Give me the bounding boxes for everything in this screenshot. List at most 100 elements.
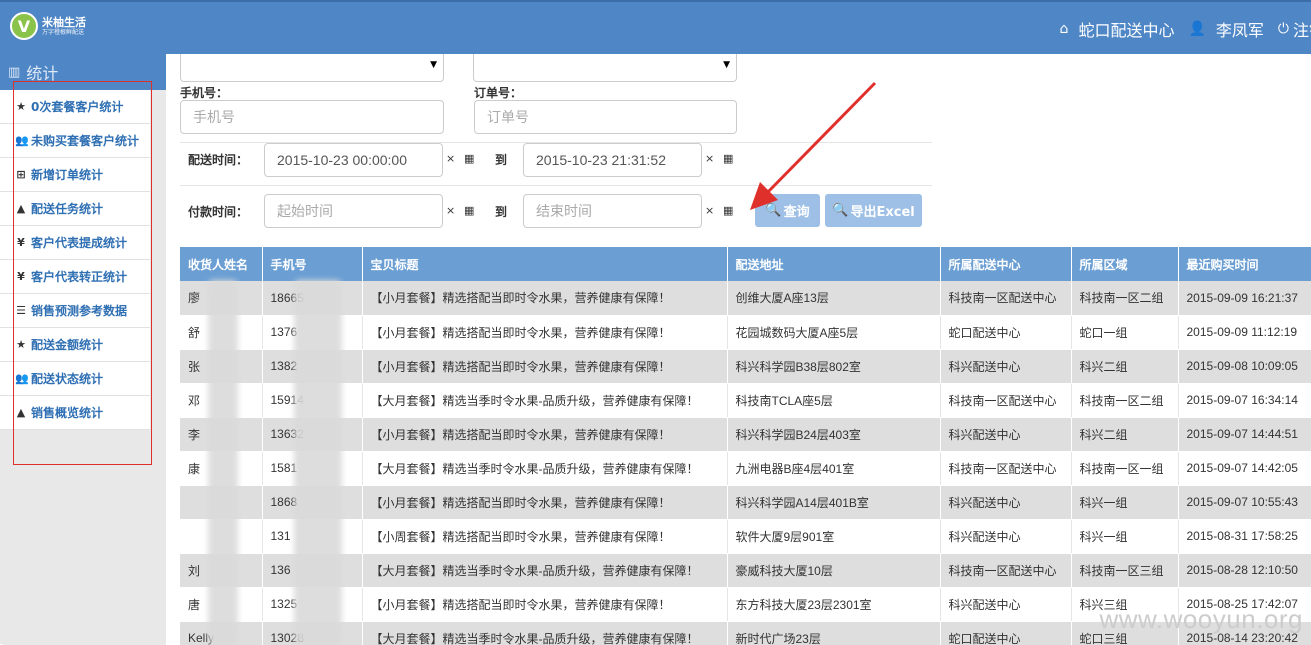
export-excel-button[interactable]: 🔍 导出Excel: [825, 194, 922, 227]
nav-user[interactable]: 👤 李凤军: [1188, 17, 1263, 41]
table-cell: 科兴二组: [1071, 349, 1179, 384]
brand-logo[interactable]: V 米柚生活 万字橙根鲜配送: [10, 12, 86, 40]
calendar-icon[interactable]: ▦: [464, 204, 474, 217]
table-row[interactable]: 张 1382 【小月套餐】精选搭配当即时令水果，营养健康有保障！ 科兴科学园B38层8…: [180, 349, 1311, 384]
sidebar-item-label: 配送状态统计: [31, 372, 104, 386]
pay-start-input[interactable]: 起始时间: [264, 194, 443, 228]
table-cell: 【小月套餐】精选搭配当即时令水果，营养健康有保障！: [362, 349, 728, 384]
sidebar-heading[interactable]: ▥ 统计: [0, 54, 166, 90]
area-chart-icon: ▲: [16, 202, 26, 215]
column-header[interactable]: 最近购买时间: [1178, 247, 1311, 281]
table-cell: 科技南一区配送中心: [940, 281, 1072, 316]
table-cell: 2015-09-09 16:21:37: [1178, 281, 1311, 316]
table-cell: 科兴一组: [1071, 485, 1179, 520]
divider: [180, 185, 932, 186]
table-cell: 【小月套餐】精选搭配当即时令水果，营养健康有保障！: [362, 587, 728, 622]
top-select-left[interactable]: ▼: [180, 54, 444, 82]
top-navbar: V 米柚生活 万字橙根鲜配送 ⌂ 蛇口配送中心 👤 李凤军 ⏻ 注销: [0, 0, 1311, 54]
table-cell: 科技南一区配送中心: [940, 451, 1072, 486]
pay-end-input[interactable]: 结束时间: [523, 194, 702, 228]
search-icon: 🔍: [832, 203, 849, 218]
table-row[interactable]: 廖 18665 【小月套餐】精选搭配当即时令水果，营养健康有保障！ 创维大厦A座13层…: [180, 281, 1311, 316]
table-row[interactable]: 刘 136 【大月套餐】精选当季时令水果-品质升级，营养健康有保障！ 豪威科技大厦10…: [180, 553, 1311, 588]
logo-mark: V: [10, 12, 38, 40]
table-cell: 蛇口一组: [1071, 315, 1179, 350]
sidebar-item-delivery-tasks[interactable]: ▲ 配送任务统计: [0, 192, 150, 226]
pay-time-label: 付款时间：: [188, 205, 249, 219]
star-icon: ★: [16, 338, 26, 351]
sidebar-item-sales-forecast[interactable]: ☰ 销售预测参考数据: [0, 294, 150, 328]
chevron-down-icon: ▼: [430, 60, 437, 70]
search-button[interactable]: 🔍 查询: [755, 194, 820, 227]
sidebar-heading-label: 统计: [26, 64, 59, 83]
sidebar-item-rep-commission[interactable]: ¥ 客户代表提成统计: [0, 226, 150, 260]
table-cell: 【小月套餐】精选搭配当即时令水果，营养健康有保障！: [362, 281, 728, 316]
sidebar-item-label: 配送任务统计: [31, 202, 104, 216]
clear-icon[interactable]: ×: [705, 152, 714, 165]
sidebar-item-new-orders[interactable]: ⊞ 新增订单统计: [0, 158, 150, 192]
sidebar-item-label: 0次套餐客户统计: [31, 100, 124, 114]
table-cell: 科技南一区三组: [1071, 553, 1179, 588]
search-button-label: 查询: [783, 205, 810, 220]
nav-user-label: 李凤军: [1215, 21, 1264, 40]
table-cell: 【大月套餐】精选当季时令水果-品质升级，营养健康有保障！: [362, 621, 728, 645]
column-header[interactable]: 所属配送中心: [940, 247, 1072, 281]
column-header[interactable]: 所属区域: [1071, 247, 1179, 281]
table-row[interactable]: 邓 15914 【大月套餐】精选当季时令水果-品质升级，营养健康有保障！ 科技南TCL…: [180, 383, 1311, 418]
calendar-icon[interactable]: ▦: [723, 152, 733, 165]
to-label: 到: [495, 205, 508, 219]
table-cell: 科兴二组: [1071, 417, 1179, 452]
table-row[interactable]: 131 【小周套餐】精选搭配当即时令水果，营养健康有保障！ 软件大厦9层901室 科兴…: [180, 519, 1311, 554]
table-cell: 【大月套餐】精选当季时令水果-品质升级，营养健康有保障！: [362, 553, 728, 588]
nav-logout[interactable]: ⏻ 注销: [1278, 17, 1311, 41]
column-header[interactable]: 配送地址: [727, 247, 941, 281]
sidebar-item-zero-package[interactable]: ★ 0次套餐客户统计: [0, 90, 150, 124]
table-cell: 2015-09-07 14:44:51: [1178, 417, 1311, 452]
delivery-time-label: 配送时间：: [188, 153, 249, 167]
sidebar-item-delivery-status[interactable]: 👥 配送状态统计: [0, 362, 150, 396]
sidebar-item-no-purchase[interactable]: 👥 未购买套餐客户统计: [0, 124, 150, 158]
yen-icon: ¥: [17, 236, 25, 249]
sidebar-item-rep-regularization[interactable]: ¥ 客户代表转正统计: [0, 260, 150, 294]
export-button-label: 导出Excel: [850, 205, 915, 220]
nav-delivery-center[interactable]: ⌂ 蛇口配送中心: [1060, 17, 1175, 41]
calendar-icon[interactable]: ▦: [464, 152, 474, 165]
table-cell: 科兴科学园B24层403室: [727, 417, 941, 452]
table-cell: 科技南一区二组: [1071, 383, 1179, 418]
sidebar: ▥ 统计 ★ 0次套餐客户统计 👥 未购买套餐客户统计 ⊞ 新增订单统计 ▲ 配送任务统…: [0, 54, 166, 645]
order-input[interactable]: 订单号: [474, 100, 737, 134]
table-cell: 科技南TCLA座5层: [727, 383, 941, 418]
clear-icon[interactable]: ×: [446, 152, 455, 165]
table-cell: 科技南一区二组: [1071, 281, 1179, 316]
table-header-row: 收货人姓名 手机号 宝贝标题 配送地址 所属配送中心 所属区域 最近购买时间: [180, 247, 1311, 281]
table-cell: 科兴科学园A14层401B室: [727, 485, 941, 520]
column-header[interactable]: 收货人姓名: [180, 247, 263, 281]
sidebar-item-sales-overview[interactable]: ▲ 销售概览统计: [0, 396, 150, 430]
sidebar-item-delivery-amount[interactable]: ★ 配送金额统计: [0, 328, 150, 362]
delivery-end-input[interactable]: 2015-10-23 21:31:52: [523, 143, 702, 177]
table-row[interactable]: 康 1581 【大月套餐】精选当季时令水果-品质升级，营养健康有保障！ 九洲电器B座4…: [180, 451, 1311, 486]
sidebar-item-label: 客户代表转正统计: [31, 270, 128, 284]
phone-input[interactable]: 手机号: [180, 100, 444, 134]
delivery-start-input[interactable]: 2015-10-23 00:00:00: [264, 143, 443, 177]
user-remove-icon: 👥: [15, 134, 29, 147]
redaction-blur: [294, 280, 342, 645]
table-cell: 蛇口配送中心: [940, 315, 1072, 350]
calendar-icon[interactable]: ▦: [723, 204, 733, 217]
column-header[interactable]: 宝贝标题: [362, 247, 728, 281]
nav-logout-label: 注销: [1292, 21, 1311, 40]
table-cell: 科技南一区配送中心: [940, 553, 1072, 588]
table-cell: 豪威科技大厦10层: [727, 553, 941, 588]
table-row[interactable]: 李 13632 【小月套餐】精选搭配当即时令水果，营养健康有保障！ 科兴科学园B24层…: [180, 417, 1311, 452]
column-header[interactable]: 手机号: [262, 247, 363, 281]
order-label: 订单号：: [474, 86, 523, 100]
yen-icon: ¥: [17, 270, 25, 283]
table-cell: 科技南一区配送中心: [940, 383, 1072, 418]
sidebar-item-label: 销售预测参考数据: [31, 304, 128, 318]
table-row[interactable]: 1868 【小月套餐】精选搭配当即时令水果，营养健康有保障！ 科兴科学园A14层40…: [180, 485, 1311, 520]
table-row[interactable]: 舒 1376 【小月套餐】精选搭配当即时令水果，营养健康有保障！ 花园城数码大厦A座5…: [180, 315, 1311, 350]
clear-icon[interactable]: ×: [705, 204, 714, 217]
top-select-right[interactable]: ▼: [473, 54, 737, 82]
clear-icon[interactable]: ×: [446, 204, 455, 217]
table-cell: 2015-09-07 10:55:43: [1178, 485, 1311, 520]
